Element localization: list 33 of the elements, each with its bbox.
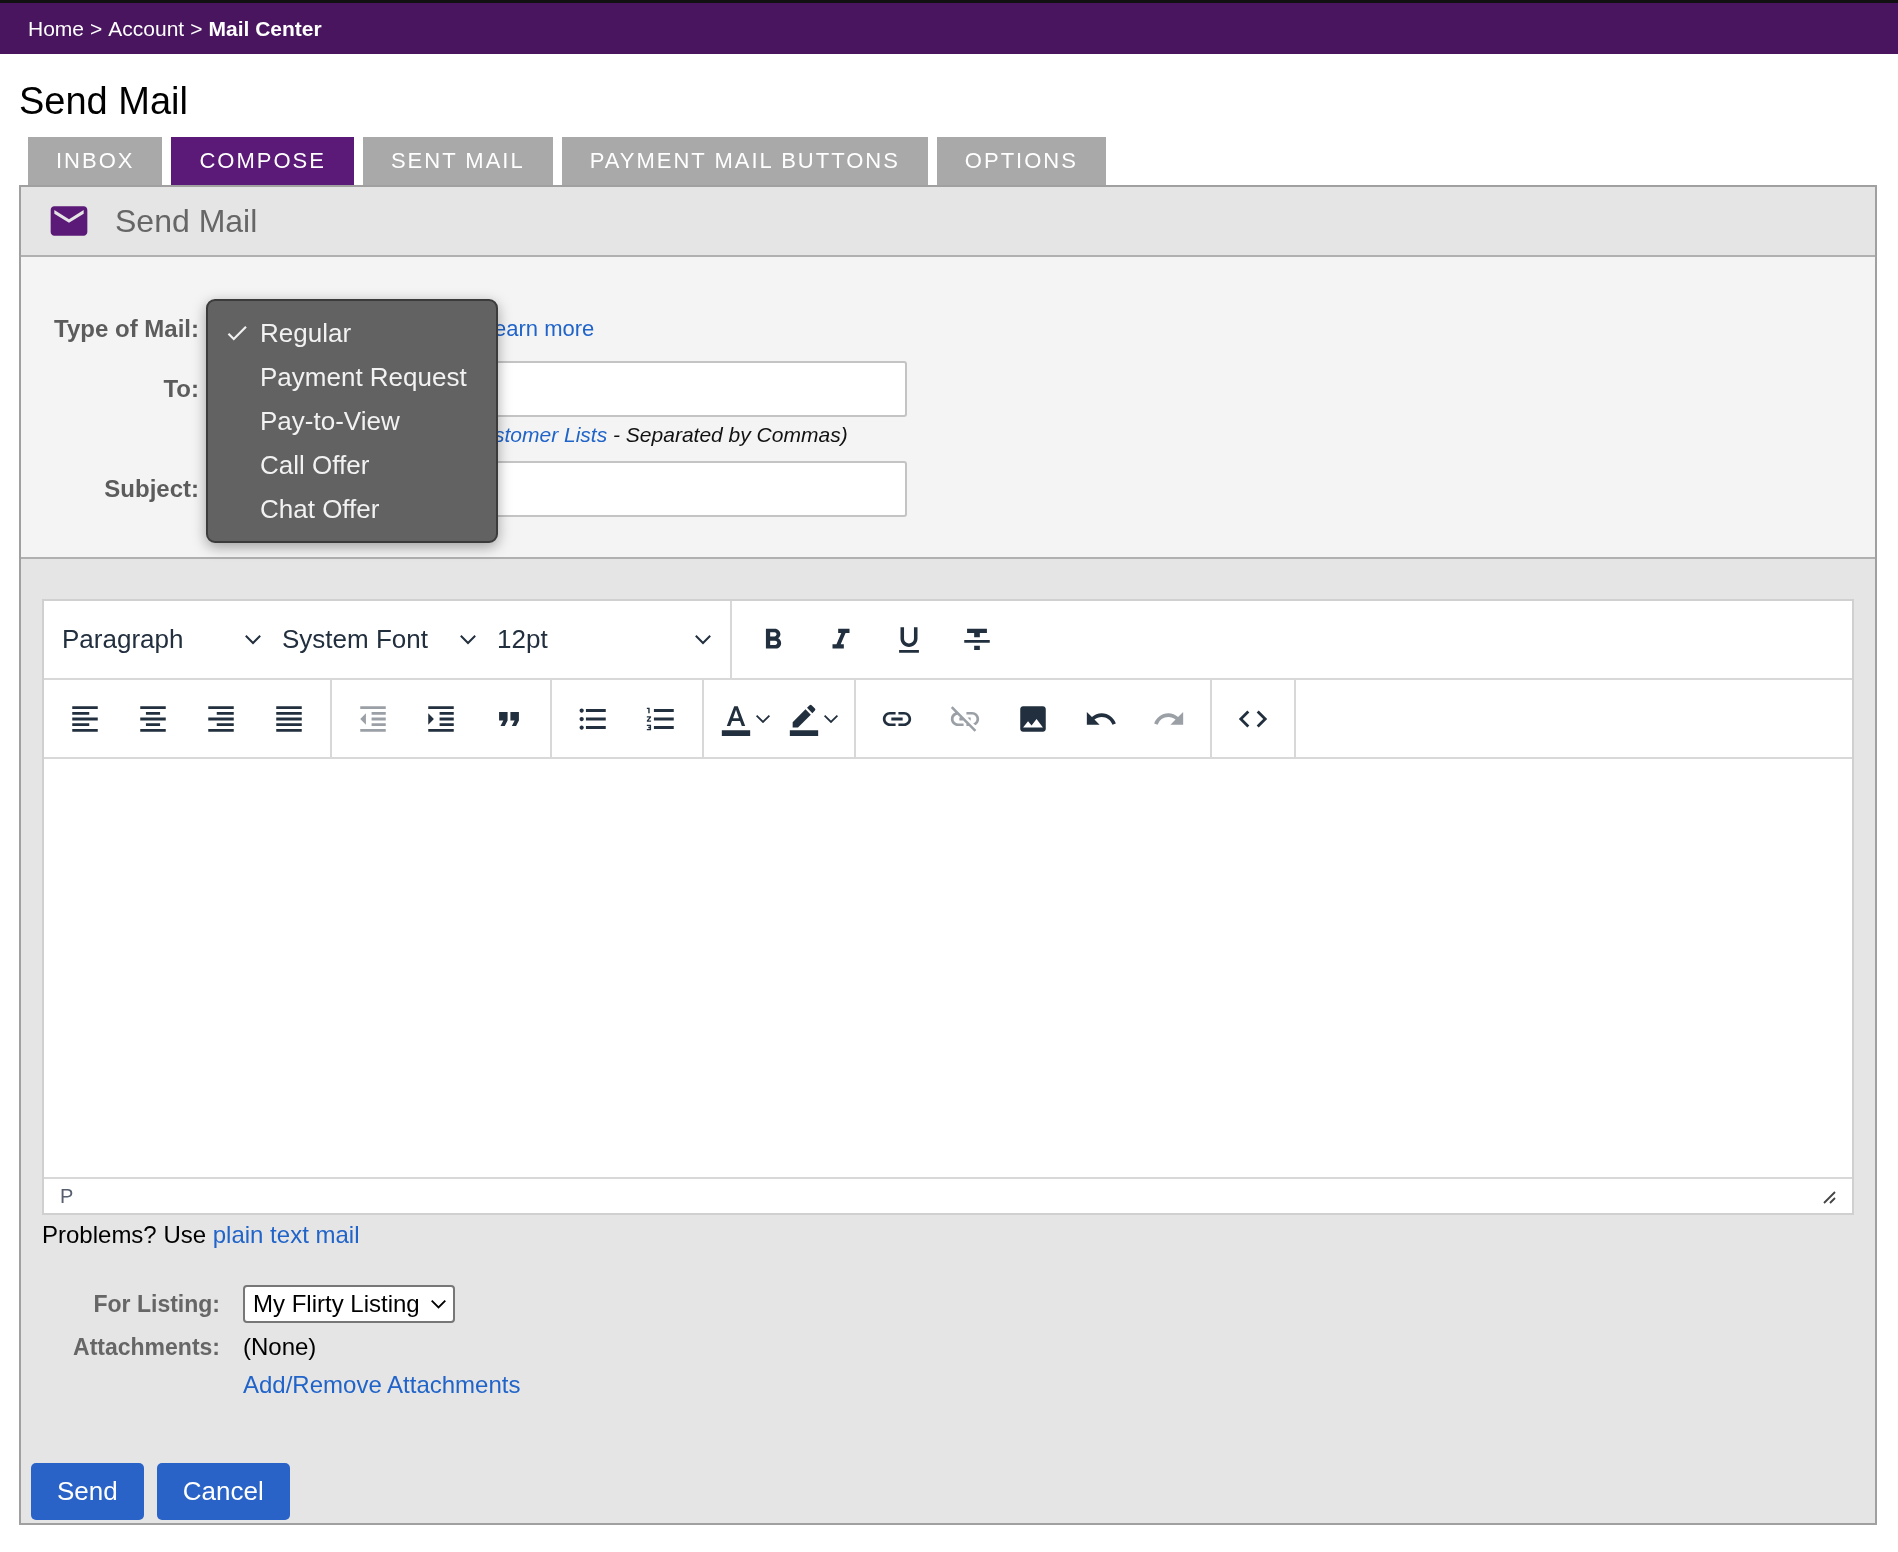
problems-note: Problems? Use plain text mail: [42, 1221, 361, 1249]
breadcrumb-link[interactable]: Home: [28, 16, 85, 41]
breadcrumb-link[interactable]: Mail Center: [208, 16, 322, 41]
plain-text-mail-link[interactable]: plain text mail: [212, 1221, 360, 1248]
format-select[interactable]: 12pt: [487, 614, 722, 665]
action-button[interactable]: Cancel: [156, 1463, 290, 1520]
chevron-icon: [244, 634, 262, 645]
menu-option[interactable]: Call Offer: [208, 443, 496, 487]
attachments-value: (None): [243, 1333, 317, 1361]
breadcrumb-link[interactable]: Account: [108, 16, 185, 41]
format-select[interactable]: System Font: [272, 614, 487, 665]
field-label: Attachments:: [73, 1333, 220, 1361]
breadcrumb-separator: >: [190, 16, 203, 41]
breadcrumb-separator: >: [90, 16, 103, 41]
attachments-link[interactable]: Add/Remove Attachments: [243, 1371, 521, 1399]
field-label: Subject:: [104, 475, 199, 503]
menu-option[interactable]: Payment Request: [208, 355, 496, 399]
menu-option[interactable]: Pay-to-View: [208, 399, 496, 443]
tab[interactable]: COMPOSE: [171, 137, 354, 185]
menu-option[interactable]: Regular: [208, 311, 496, 355]
format-select[interactable]: Paragraph: [52, 614, 272, 665]
element-path: P: [60, 1184, 74, 1208]
chevron-icon: [694, 634, 712, 645]
action-button[interactable]: Send: [31, 1463, 144, 1520]
page-title: Send Mail: [19, 80, 189, 123]
field-label: Type of Mail:: [54, 314, 199, 344]
menu-option[interactable]: Chat Offer: [208, 487, 496, 531]
field-label: To:: [163, 375, 199, 403]
chevron-icon: [459, 634, 477, 645]
chevron-icon: [429, 1298, 447, 1310]
field-label: For Listing:: [93, 1290, 220, 1318]
listing-select[interactable]: My Flirty Listing: [243, 1285, 455, 1323]
panel-title: Send Mail: [115, 202, 258, 240]
